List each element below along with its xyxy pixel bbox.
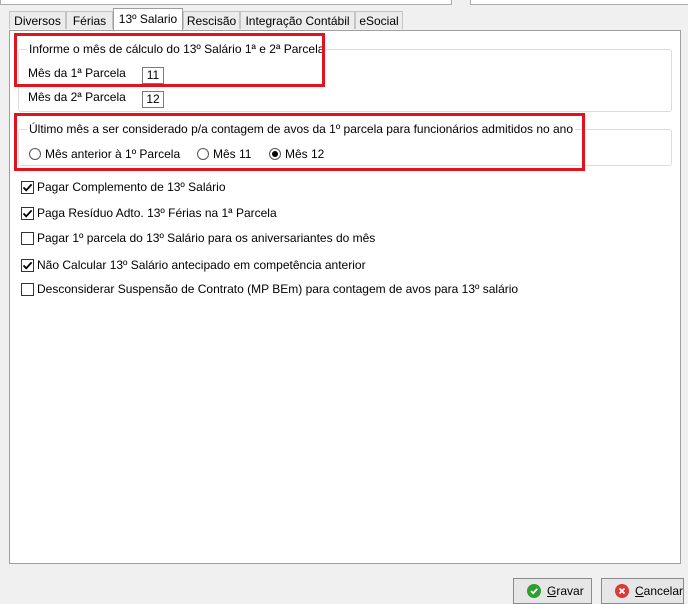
chk-desconsiderar-suspensao[interactable]: Desconsiderar Suspensão de Contrato (MP … bbox=[21, 282, 518, 296]
parcela1-label: Mês da 1ª Parcela bbox=[28, 66, 126, 80]
parcela1-field[interactable]: 11 bbox=[142, 67, 164, 84]
tab-diversos[interactable]: Diversos bbox=[9, 11, 66, 29]
save-button-label: Gravar bbox=[547, 584, 584, 598]
save-button[interactable]: Gravar bbox=[513, 578, 592, 604]
chk-nao-calcular-label: Não Calcular 13º Salário antecipado em c… bbox=[37, 258, 366, 272]
cancel-button-label: Cancelar bbox=[634, 584, 683, 598]
chk-aniversariantes-label: Pagar 1º parcela do 13º Salário para os … bbox=[37, 231, 376, 245]
chk-pagar-complemento[interactable]: Pagar Complemento de 13º Salário bbox=[21, 180, 226, 194]
radio-mes-11[interactable]: Mês 11 bbox=[197, 147, 251, 161]
radio-mes-12[interactable]: Mês 12 bbox=[269, 147, 324, 161]
radio-mes-12-label: Mês 12 bbox=[285, 147, 325, 161]
parcela2-label: Mês da 2ª Parcela bbox=[28, 90, 126, 104]
chk-paga-residuo[interactable]: Paga Resíduo Adto. 13º Férias na 1ª Parc… bbox=[21, 206, 277, 220]
chk-paga-residuo-label: Paga Resíduo Adto. 13º Férias na 1ª Parc… bbox=[37, 206, 277, 220]
chk-aniversariantes-box[interactable] bbox=[21, 231, 34, 245]
radio-mes-11-label: Mês 11 bbox=[213, 147, 252, 161]
chk-nao-calcular[interactable]: Não Calcular 13º Salário antecipado em c… bbox=[21, 258, 366, 272]
radio-mes-anterior-circle[interactable] bbox=[29, 148, 41, 160]
check-icon bbox=[22, 183, 33, 192]
parcela2-field[interactable]: 12 bbox=[142, 91, 164, 108]
group-avos-legend: Último mês a ser considerado p/a contage… bbox=[27, 122, 576, 136]
group-mes-calculo-legend: Informe o mês de cálculo do 13º Salário … bbox=[27, 42, 327, 56]
radio-mes-12-circle[interactable] bbox=[269, 148, 281, 160]
tab-ferias[interactable]: Férias bbox=[66, 11, 113, 29]
tab-13-salario[interactable]: 13º Salario bbox=[113, 8, 183, 30]
tab-integracao-contabil[interactable]: Integração Contábil bbox=[240, 11, 355, 29]
chk-desconsiderar-suspensao-label: Desconsiderar Suspensão de Contrato (MP … bbox=[37, 282, 519, 296]
radio-mes-11-circle[interactable] bbox=[197, 148, 209, 160]
chk-paga-residuo-box[interactable] bbox=[21, 206, 34, 220]
tab-panel: Informe o mês de cálculo do 13º Salário … bbox=[9, 30, 681, 564]
tab-rescisao[interactable]: Rescisão bbox=[183, 11, 240, 29]
check-icon bbox=[22, 261, 33, 270]
top-left-field bbox=[0, 0, 452, 5]
chk-pagar-complemento-box[interactable] bbox=[21, 180, 34, 194]
chk-pagar-complemento-label: Pagar Complemento de 13º Salário bbox=[37, 180, 226, 194]
radio-mes-anterior[interactable]: Mês anterior à 1º Parcela bbox=[29, 147, 180, 161]
chk-nao-calcular-box[interactable] bbox=[21, 258, 34, 272]
top-right-field bbox=[470, 0, 688, 5]
tab-esocial[interactable]: eSocial bbox=[355, 11, 403, 29]
radio-mes-anterior-label: Mês anterior à 1º Parcela bbox=[45, 147, 181, 161]
chk-desconsiderar-suspensao-box[interactable] bbox=[21, 282, 34, 296]
chk-aniversariantes[interactable]: Pagar 1º parcela do 13º Salário para os … bbox=[21, 231, 375, 245]
cancel-circle-icon bbox=[615, 584, 629, 598]
check-circle-icon bbox=[527, 584, 541, 598]
check-icon bbox=[22, 209, 33, 218]
cancel-button[interactable]: Cancelar bbox=[601, 578, 684, 604]
